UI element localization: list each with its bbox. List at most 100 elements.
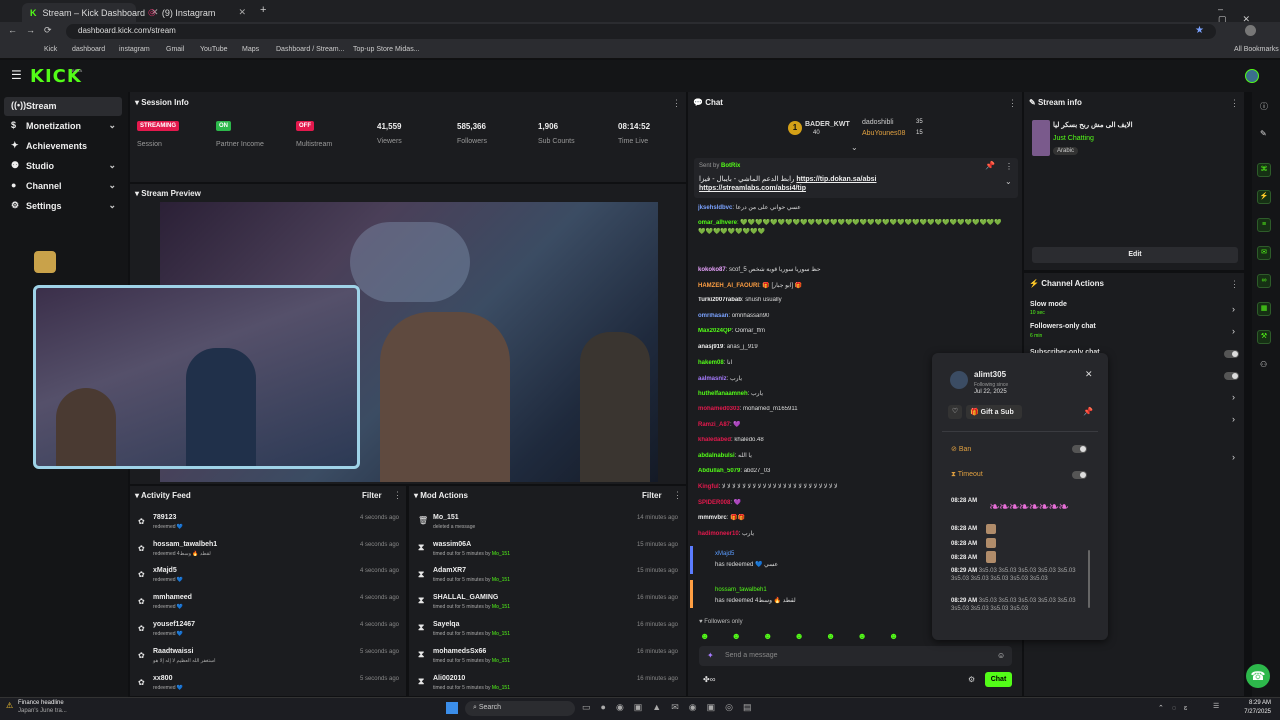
- link-icon[interactable]: ∞: [1257, 274, 1271, 288]
- chevron-right-icon[interactable]: ›: [1232, 452, 1235, 462]
- chevron-right-icon[interactable]: ›: [1232, 392, 1235, 402]
- chat-user[interactable]: SPIDER008: [698, 500, 730, 506]
- more-options-icon[interactable]: ⋮: [393, 490, 402, 501]
- chat-user[interactable]: mohamed0303: [698, 406, 740, 412]
- sidebar-item-stream[interactable]: ((•)) Stream: [4, 97, 122, 116]
- redeem-user[interactable]: xMajd5: [715, 551, 734, 557]
- taskbar-app-icons[interactable]: ▭●◉▣▲✉◉▣◎▤: [582, 702, 761, 713]
- star-icon[interactable]: ★: [1195, 25, 1204, 36]
- close-icon[interactable]: ✕: [1085, 369, 1093, 380]
- pinned-link-2[interactable]: https://streamlabs.com/absi4/tip: [699, 185, 806, 192]
- chat-user[interactable]: hadimoneer10: [698, 531, 739, 537]
- chat-user[interactable]: omrihasan: [698, 313, 728, 319]
- list-icon[interactable]: ≡: [1257, 218, 1271, 232]
- gear-icon[interactable]: ⚙: [968, 675, 975, 684]
- chat-user[interactable]: anasj919: [698, 344, 723, 350]
- lightning-icon[interactable]: ⚡: [1257, 190, 1271, 204]
- send-chat-button[interactable]: Chat: [985, 672, 1012, 687]
- mod-by[interactable]: Mo_151: [492, 631, 510, 637]
- gift-sub-button[interactable]: 🎁 Gift a Sub: [966, 405, 1022, 419]
- chat-user[interactable]: Ramzi_A87: [698, 422, 730, 428]
- bookmark-instagram[interactable]: instagram: [119, 46, 150, 53]
- bookmark-youtube[interactable]: YouTube: [200, 46, 228, 53]
- subscriber-only-toggle[interactable]: [1224, 350, 1239, 358]
- windows-start-icon[interactable]: [446, 702, 458, 714]
- bookmark-kick[interactable]: Kick: [44, 46, 57, 53]
- chat-user[interactable]: Turki2007rabab: [698, 297, 742, 303]
- activity-user[interactable]: Raadtwaissi: [153, 648, 193, 655]
- followers-only-chat-label[interactable]: Followers-only chat: [1030, 323, 1096, 330]
- leader-1-name[interactable]: BADER_KWT: [805, 121, 850, 128]
- bookmark-topup[interactable]: Top-up Store Midas...: [353, 46, 420, 53]
- leader-3-name[interactable]: AbuYounes08: [862, 130, 905, 137]
- sidebar-item-monetization[interactable]: $ Monetization ⌄: [4, 117, 122, 136]
- quick-emotes-row[interactable]: ☻☻☻☻☻☻☻: [700, 631, 920, 641]
- hamburger-menu-icon[interactable]: ☰: [11, 68, 22, 82]
- ban-toggle[interactable]: [1072, 445, 1087, 453]
- redeem-user[interactable]: hossam_tawalbeh1: [715, 587, 767, 593]
- system-tray-icons[interactable]: ⌃◌ɛ: [1158, 704, 1195, 712]
- mod-target[interactable]: AdamXR7: [433, 567, 466, 574]
- chat-user[interactable]: hakem08: [698, 360, 724, 366]
- stream-category[interactable]: Just Chatting: [1053, 135, 1094, 142]
- chevron-right-icon[interactable]: ›: [1232, 326, 1235, 336]
- chat-user[interactable]: Max2024QP: [698, 328, 732, 334]
- chat-user[interactable]: mmmvbrc: [698, 515, 727, 521]
- chevron-right-icon[interactable]: ›: [1232, 304, 1235, 314]
- wifi-icon[interactable]: ☰: [1213, 702, 1219, 710]
- pin-icon[interactable]: 📌: [985, 161, 995, 170]
- close-icon[interactable]: ✕: [238, 7, 246, 18]
- sidebar-item-settings[interactable]: ⚙ Settings ⌄: [4, 197, 122, 216]
- activity-user[interactable]: 789123: [153, 514, 176, 521]
- chat-user[interactable]: HAMZEH_Al_FAOURI: [698, 283, 759, 289]
- chat-user[interactable]: Abdullah_5079: [698, 468, 740, 474]
- mod-by[interactable]: Mo_151: [492, 658, 510, 664]
- mod-target[interactable]: Ali002010: [433, 675, 465, 682]
- all-bookmarks[interactable]: All Bookmarks: [1234, 46, 1279, 53]
- popup-scrollbar[interactable]: [1088, 550, 1090, 608]
- edit-stream-info-button[interactable]: Edit: [1032, 247, 1238, 263]
- tool-icon[interactable]: ⌘: [1257, 163, 1271, 177]
- chat-user[interactable]: khaledabed: [698, 437, 731, 443]
- news-title[interactable]: Finance headline: [18, 700, 64, 706]
- mod-by[interactable]: Mo_151: [492, 685, 510, 691]
- grid-icon[interactable]: ▦: [1257, 302, 1271, 316]
- emoji-icon[interactable]: ☺: [997, 651, 1005, 660]
- bookmark-dashboard-stream[interactable]: Dashboard / Stream...: [276, 46, 344, 53]
- people-icon[interactable]: ⚇: [1260, 360, 1267, 369]
- heart-icon[interactable]: ♡: [948, 405, 962, 419]
- browser-tab-instagram[interactable]: ◎ (9) Instagram ✕: [140, 3, 254, 22]
- support-chat-icon[interactable]: ☎: [1246, 664, 1270, 688]
- more-options-icon[interactable]: ⋮: [1230, 98, 1239, 109]
- more-options-icon[interactable]: ⋮: [673, 490, 682, 501]
- chat-user[interactable]: abdalnabulsi: [698, 453, 735, 459]
- chat-bubble-icon[interactable]: ✉: [1257, 246, 1271, 260]
- sidebar-item-achievements[interactable]: ✦ Achievements: [4, 137, 122, 156]
- chat-user[interactable]: kokoko87: [698, 267, 726, 273]
- activity-user[interactable]: xMajd5: [153, 567, 177, 574]
- emote-only-toggle[interactable]: [1224, 372, 1239, 380]
- activity-user[interactable]: xx800: [153, 675, 172, 682]
- nav-arrows-icon[interactable]: ←→⟳: [8, 25, 61, 36]
- mod-filter-button[interactable]: Filter: [642, 491, 662, 500]
- sidebar-item-studio[interactable]: ⚉ Studio ⌄: [4, 157, 122, 176]
- chevron-right-icon[interactable]: ›: [1232, 414, 1235, 424]
- chevron-down-icon[interactable]: ⌄: [1005, 177, 1012, 186]
- sidebar-item-channel[interactable]: ● Channel ⌄: [4, 177, 122, 196]
- pencil-icon[interactable]: ✎: [1260, 129, 1267, 138]
- mod-by[interactable]: Mo_151: [492, 577, 510, 583]
- chat-badges-icon[interactable]: ✤∞: [703, 675, 715, 684]
- activity-filter-button[interactable]: Filter: [362, 491, 382, 500]
- activity-user[interactable]: mmhameed: [153, 594, 192, 601]
- info-icon[interactable]: ⓘ: [1260, 101, 1268, 112]
- mod-target[interactable]: Mo_151: [433, 514, 459, 521]
- pinned-bot[interactable]: BotRix: [721, 163, 740, 169]
- bookmark-gmail[interactable]: Gmail: [166, 46, 184, 53]
- chat-user[interactable]: omar_alhvere: [698, 220, 737, 226]
- pinned-link[interactable]: https://tip.dokan.sa/absi: [796, 176, 876, 183]
- chat-user[interactable]: jksehsldbvc: [698, 205, 732, 211]
- more-options-icon[interactable]: ⋮: [672, 98, 681, 109]
- chat-user[interactable]: aalmasniz: [698, 376, 727, 382]
- bookmark-dashboard[interactable]: dashboard: [72, 46, 105, 53]
- more-options-icon[interactable]: ⋮: [1005, 162, 1013, 171]
